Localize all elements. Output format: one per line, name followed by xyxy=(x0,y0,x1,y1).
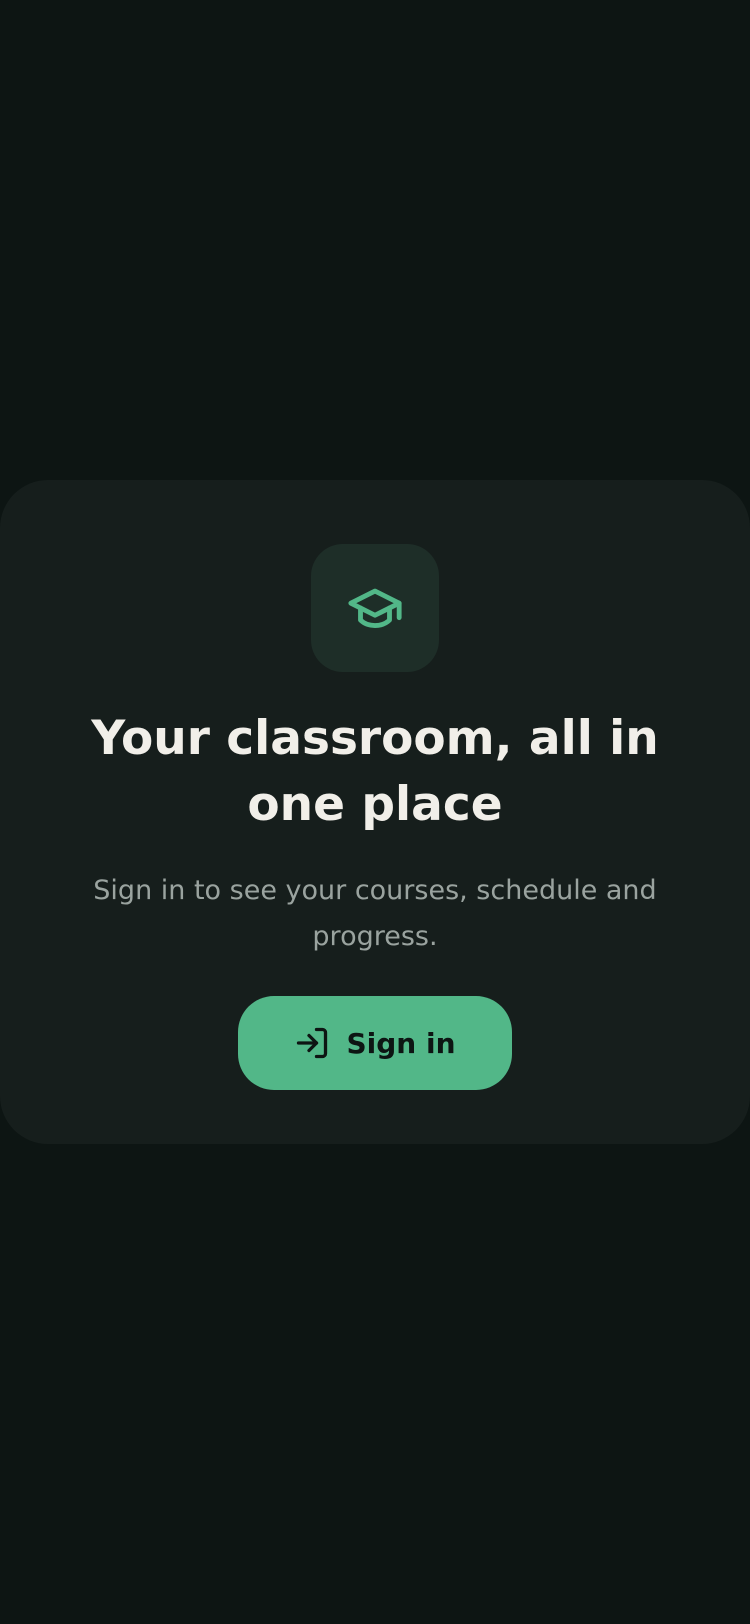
sign-in-button[interactable]: Sign in xyxy=(238,996,512,1090)
sign-in-card: Your classroom, all in one place Sign in… xyxy=(0,480,750,1144)
sign-in-button-label: Sign in xyxy=(346,1026,456,1060)
page-subtitle: Sign in to see your courses, schedule an… xyxy=(93,875,657,952)
sign-in-icon xyxy=(297,1027,328,1059)
page-title: Your classroom, all in one place xyxy=(91,711,659,832)
app-icon-tile xyxy=(311,544,439,672)
graduation-cap-icon xyxy=(348,588,402,628)
